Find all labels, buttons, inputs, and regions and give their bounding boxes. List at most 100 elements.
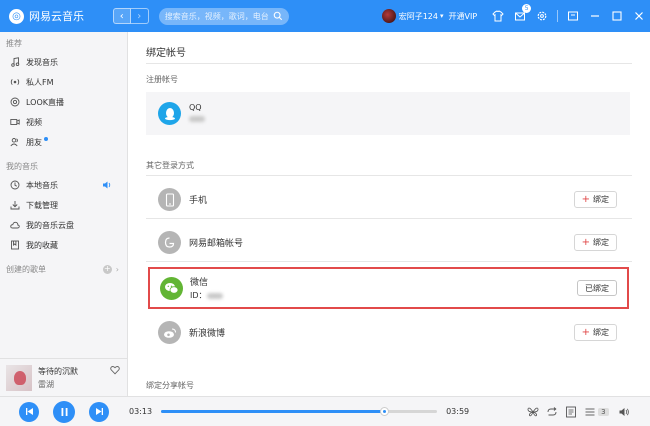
- radio-icon: [10, 78, 20, 86]
- blurred-wechat-id: [206, 292, 223, 299]
- avatar[interactable]: [381, 9, 396, 23]
- close-icon[interactable]: [633, 9, 645, 23]
- sidebar: 推荐 发现音乐 私人FM LOOK直播 视频 朋友 我的音乐 本地音乐 下载管理…: [0, 32, 128, 358]
- mail-icon[interactable]: 5: [514, 4, 532, 23]
- other-login-label: 其它登录方式: [146, 161, 194, 170]
- collection-icon: [11, 240, 19, 250]
- pause-icon: [61, 407, 67, 416]
- album-cover[interactable]: [6, 364, 32, 391]
- volume-icon[interactable]: [618, 406, 630, 418]
- wechat-id: ID：: [190, 290, 223, 301]
- search-box[interactable]: [158, 7, 289, 25]
- created-playlists-label: 创建的歌单: [6, 264, 46, 274]
- phone-icon: [158, 188, 181, 211]
- next-track-button[interactable]: [89, 401, 109, 422]
- previous-track-button[interactable]: [19, 401, 39, 422]
- sidebar-item-label: 发现音乐: [26, 57, 58, 67]
- user-area[interactable]: 宏阿子124 ▾: [381, 9, 449, 23]
- song-artist[interactable]: 雷湖: [38, 379, 78, 390]
- netease-logo-icon: ◎: [9, 8, 24, 24]
- sidebar-item-label: 朋友: [26, 137, 42, 147]
- bind-weibo-button[interactable]: + 绑定: [573, 324, 617, 341]
- sidebar-item-label: 视频: [26, 117, 42, 127]
- current-time: 03:13: [129, 407, 153, 416]
- sidebar-item-friends[interactable]: 朋友: [0, 132, 127, 152]
- qq-penguin-icon: [158, 102, 181, 125]
- progress-fill: [161, 410, 385, 413]
- bind-label: 绑定: [593, 195, 609, 204]
- pause-button[interactable]: [53, 400, 75, 423]
- divider: [146, 63, 632, 64]
- bind-phone-button[interactable]: + 绑定: [573, 191, 617, 208]
- speaker-playing-icon: [103, 181, 111, 189]
- chevron-right-icon[interactable]: ›: [116, 265, 119, 274]
- mini-mode-icon[interactable]: [567, 9, 579, 23]
- now-playing-card[interactable]: 等待的沉默 雷湖: [0, 358, 128, 396]
- butterfly-effect-icon[interactable]: [527, 406, 539, 418]
- previous-icon: [25, 408, 33, 415]
- email-label: 网易邮箱帐号: [189, 239, 244, 249]
- sidebar-item-look-live[interactable]: LOOK直播: [0, 92, 127, 112]
- qq-account-card: QQ: [146, 92, 630, 135]
- weibo-icon: [158, 321, 181, 344]
- plus-icon: +: [581, 327, 590, 338]
- sidebar-item-label: 私人FM: [26, 77, 54, 87]
- blurred-qq-id: [189, 114, 205, 124]
- settings-gear-icon[interactable]: [536, 9, 548, 23]
- heart-icon[interactable]: [110, 365, 120, 375]
- caret-down-icon[interactable]: ▾: [440, 12, 444, 20]
- playlist-toggle[interactable]: 3: [584, 406, 609, 418]
- sidebar-item-video[interactable]: 视频: [0, 112, 127, 132]
- username[interactable]: 宏阿子124: [399, 11, 438, 22]
- created-playlists-header[interactable]: 创建的歌单 + ›: [0, 261, 127, 277]
- share-accounts-label: 绑定分享帐号: [146, 381, 194, 390]
- video-icon: [10, 119, 20, 125]
- divider: [146, 261, 632, 262]
- weibo-bind-row: 新浪微博 + 绑定: [146, 315, 630, 350]
- sidebar-item-label: 本地音乐: [26, 180, 58, 190]
- wechat-bind-row: 微信 ID： 已绑定: [148, 267, 629, 309]
- sidebar-item-label: 下载管理: [26, 200, 58, 210]
- page-title: 绑定帐号: [146, 48, 186, 59]
- search-input[interactable]: [164, 11, 271, 21]
- vip-link[interactable]: 开通VIP: [449, 11, 478, 22]
- search-icon[interactable]: [273, 11, 283, 21]
- plus-icon: +: [581, 237, 590, 248]
- sidebar-item-downloads[interactable]: 下载管理: [0, 195, 127, 215]
- nav-buttons: ‹ ›: [112, 8, 149, 24]
- progress-bar[interactable]: [161, 407, 438, 416]
- sidebar-item-fm[interactable]: 私人FM: [0, 72, 127, 92]
- bind-label: 绑定: [593, 238, 609, 247]
- sidebar-item-collection[interactable]: 我的收藏: [0, 235, 127, 255]
- back-button[interactable]: ‹: [112, 8, 131, 24]
- maximize-icon[interactable]: [611, 9, 623, 23]
- sidebar-item-cloud[interactable]: 我的音乐云盘: [0, 215, 127, 235]
- local-music-icon: [10, 180, 20, 190]
- add-playlist-icon[interactable]: +: [102, 264, 112, 274]
- total-time: 03:59: [446, 407, 470, 416]
- app-title: 网易云音乐: [29, 10, 84, 23]
- weibo-label: 新浪微博: [189, 329, 226, 339]
- bind-email-button[interactable]: + 绑定: [573, 234, 617, 251]
- music-note-icon: [11, 57, 20, 67]
- titlebar-divider: [557, 10, 558, 22]
- playlist-count: 3: [598, 407, 609, 416]
- live-icon: [10, 97, 20, 107]
- player-bar: 03:13 03:59 3: [0, 396, 650, 426]
- forward-button[interactable]: ›: [130, 8, 149, 24]
- skin-icon[interactable]: [492, 9, 504, 23]
- sidebar-item-local-music[interactable]: 本地音乐: [0, 175, 127, 195]
- repeat-icon[interactable]: [546, 406, 558, 418]
- now-playing-info: 等待的沉默 雷湖: [38, 366, 78, 390]
- cloud-icon: [10, 221, 20, 229]
- main-content: 绑定帐号 注册帐号 QQ 其它登录方式 手机 + 绑定 网易邮箱帐号 + 绑定: [129, 32, 650, 396]
- sidebar-item-discover[interactable]: 发现音乐: [0, 52, 127, 72]
- wechat-bound-button[interactable]: 已绑定: [577, 280, 617, 296]
- download-icon: [10, 201, 20, 210]
- progress-knob[interactable]: [380, 407, 390, 416]
- minimize-icon[interactable]: [589, 9, 601, 23]
- app-logo[interactable]: ◎ 网易云音乐: [9, 8, 99, 24]
- song-title[interactable]: 等待的沉默: [38, 366, 78, 377]
- wechat-icon: [160, 276, 183, 300]
- lyrics-icon[interactable]: [565, 406, 577, 418]
